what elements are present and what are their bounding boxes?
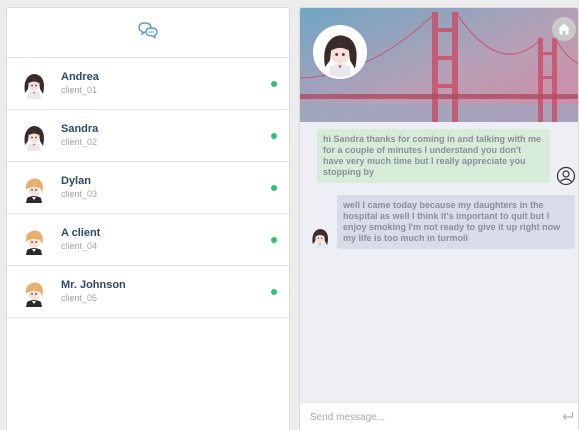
contact-id: client_03 xyxy=(61,189,98,199)
contact-name: Dylan xyxy=(61,175,91,187)
avatar xyxy=(308,225,332,249)
contact-name: Andrea xyxy=(61,71,99,83)
avatar xyxy=(19,69,49,99)
message-input[interactable] xyxy=(310,409,550,425)
message-list: hi Sandra thanks for coming in and talki… xyxy=(300,122,578,402)
contact-name: A client xyxy=(61,227,101,239)
outgoing-message: hi Sandra thanks for coming in and talki… xyxy=(317,129,550,183)
contact-name: Sandra xyxy=(61,123,99,135)
contact-item-a-client[interactable]: A client client_04 xyxy=(7,214,289,266)
avatar xyxy=(19,121,49,151)
contact-list: Andrea client_01 Sandra client_02 Dylan … xyxy=(7,58,289,318)
avatar xyxy=(19,173,49,203)
user-outline-icon xyxy=(556,166,576,186)
avatar xyxy=(19,277,49,307)
enter-return-icon[interactable] xyxy=(562,411,574,421)
contact-id: client_05 xyxy=(61,293,98,303)
online-status-dot xyxy=(271,289,277,295)
contact-name: Mr. Johnson xyxy=(61,279,126,291)
online-status-dot xyxy=(271,133,277,139)
profile-avatar xyxy=(313,25,367,79)
contact-id: client_02 xyxy=(61,137,98,147)
chat-bubbles-icon[interactable] xyxy=(137,21,159,44)
message-input-bar xyxy=(300,402,578,430)
contact-id: client_01 xyxy=(61,85,98,95)
contact-item-andrea[interactable]: Andrea client_01 xyxy=(7,58,289,110)
avatar xyxy=(19,225,49,255)
home-icon xyxy=(558,23,570,35)
contact-item-sandra[interactable]: Sandra client_02 xyxy=(7,110,289,162)
contact-id: client_04 xyxy=(61,241,98,251)
app-root: Andrea client_01 Sandra client_02 Dylan … xyxy=(0,0,579,430)
chat-banner-image xyxy=(300,8,578,122)
contact-item-dylan[interactable]: Dylan client_03 xyxy=(7,162,289,214)
contact-item-mr-johnson[interactable]: Mr. Johnson client_05 xyxy=(7,266,289,318)
chat-panel: hi Sandra thanks for coming in and talki… xyxy=(299,7,579,430)
contacts-header xyxy=(7,8,289,58)
online-status-dot xyxy=(271,237,277,243)
incoming-message: well I came today because my daughters i… xyxy=(337,195,575,249)
home-button[interactable] xyxy=(552,17,576,41)
online-status-dot xyxy=(271,81,277,87)
contacts-panel: Andrea client_01 Sandra client_02 Dylan … xyxy=(6,7,290,430)
online-status-dot xyxy=(271,185,277,191)
